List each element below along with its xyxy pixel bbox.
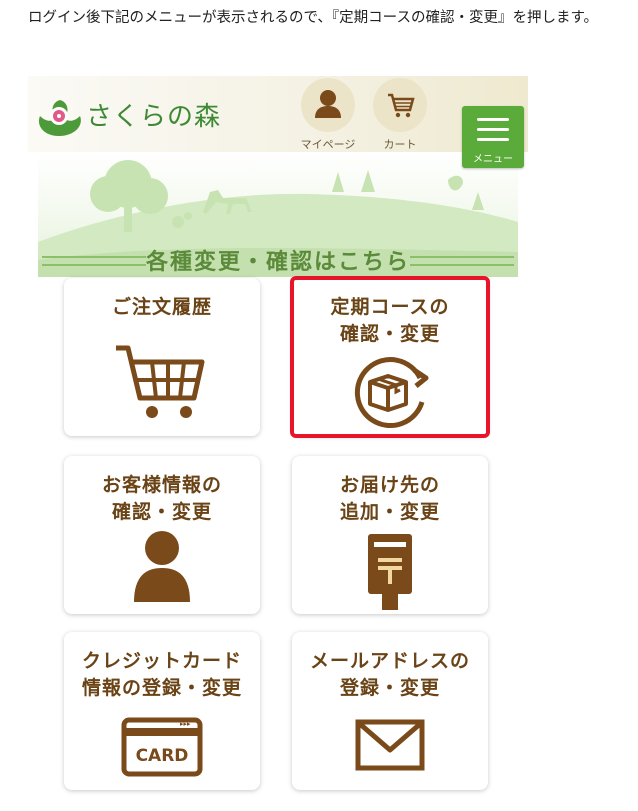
site-header: さくらの森 マイページ カート <box>28 76 528 152</box>
cotton-leaf-logo-icon <box>38 100 81 136</box>
card-text: CARD <box>135 746 189 766</box>
order-history-card[interactable]: ご注文履歴 <box>64 278 260 436</box>
customer-info-card[interactable]: お客様情報の 確認・変更 <box>64 456 260 614</box>
intro-text: ログイン後下記のメニューが表示されるので、『定期コースの確認・変更』を押します。 <box>28 10 598 26</box>
recurring-box-icon <box>354 357 429 429</box>
card-title: 定期コースの 確認・変更 <box>330 296 450 345</box>
section-title: 各種変更・確認はこちら <box>145 250 410 275</box>
shopping-cart-icon <box>116 345 205 418</box>
cart-icon <box>388 93 415 118</box>
app-screenshot: さくらの森 マイページ カート メニュー 各種変更・確認はこちら ご注文履歴 定… <box>28 76 528 799</box>
envelope-icon <box>355 719 425 771</box>
card-title: お届け先の 追加・変更 <box>339 474 440 523</box>
card-title: ご注文履歴 <box>111 296 212 318</box>
hamburger-icon <box>477 118 509 121</box>
menu-button[interactable]: メニュー <box>462 106 524 168</box>
recurring-course-card[interactable]: 定期コースの 確認・変更 <box>292 278 488 436</box>
user-icon <box>315 90 341 118</box>
logo[interactable]: さくらの森 <box>34 94 222 140</box>
mailbox-icon <box>368 534 412 610</box>
card-title: お客様情報の 確認・変更 <box>101 474 222 523</box>
person-icon <box>134 531 190 602</box>
cart-label: カート <box>383 138 417 151</box>
delivery-address-card[interactable]: お届け先の 追加・変更 <box>292 456 488 614</box>
svg-text:▸▸▸: ▸▸▸ <box>180 720 191 728</box>
card-title: メールアドレスの 登録・変更 <box>309 650 470 699</box>
mypage-label: マイページ <box>300 138 356 151</box>
cart-button[interactable]: カート <box>370 78 430 152</box>
credit-card-card[interactable]: クレジットカード 情報の登録・変更 ▸▸▸ CARD <box>64 632 260 790</box>
mypage-button[interactable]: マイページ <box>298 78 358 152</box>
logo-text: さくらの森 <box>86 102 222 132</box>
card-title: クレジットカード 情報の登録・変更 <box>81 650 242 699</box>
email-address-card[interactable]: メールアドレスの 登録・変更 <box>292 632 488 790</box>
credit-card-icon: ▸▸▸ CARD <box>64 714 260 784</box>
menu-label: メニュー <box>473 154 513 165</box>
